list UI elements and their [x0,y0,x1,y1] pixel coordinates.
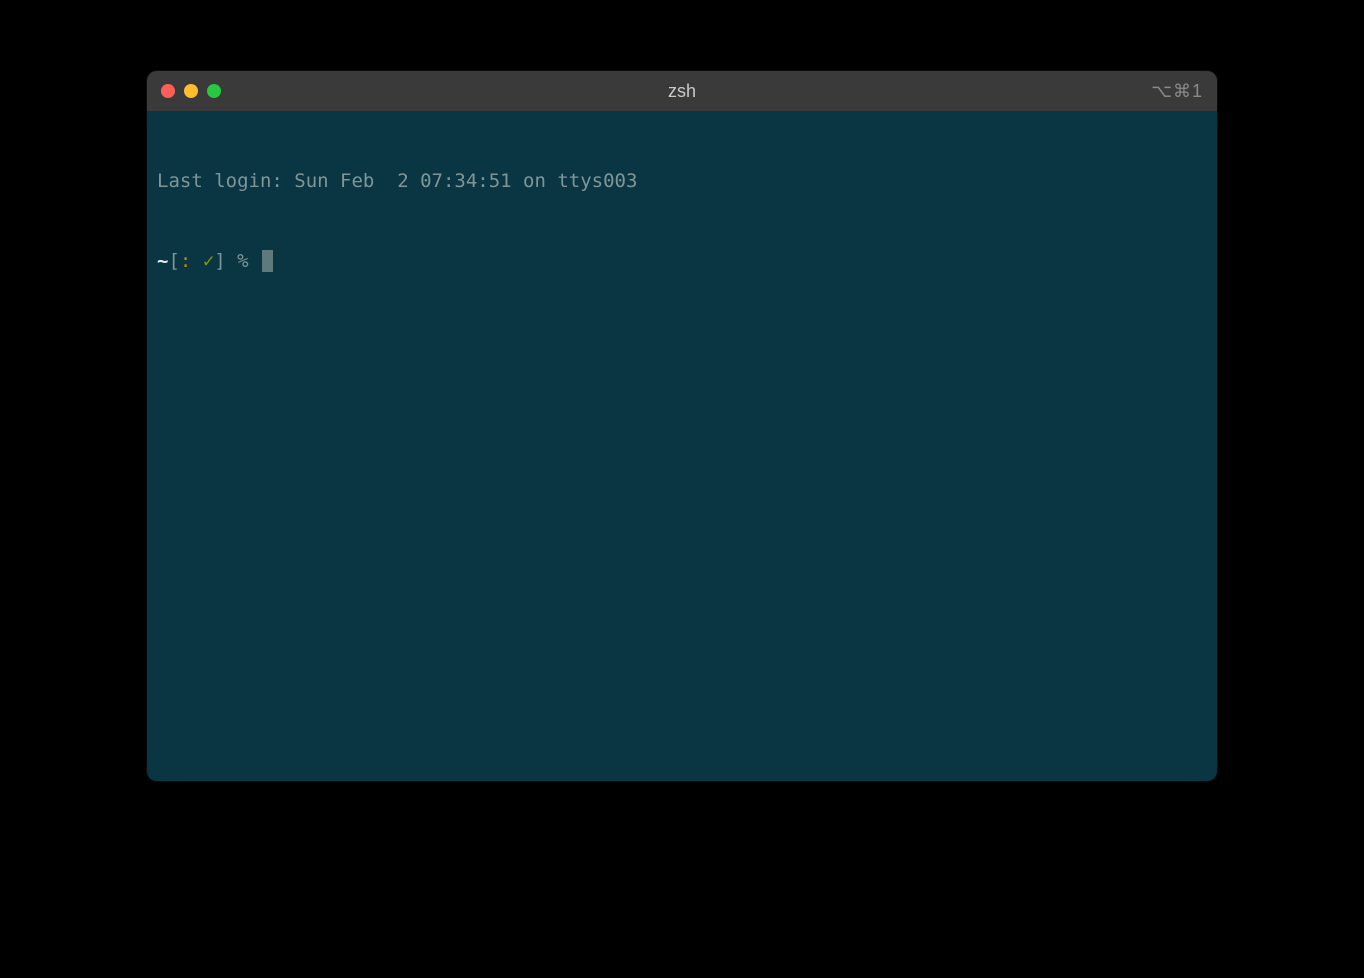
tab-shortcut-indicator: ⌥⌘1 [1151,81,1203,102]
prompt-line: ~[: ✓] % [157,248,1207,275]
prompt-cwd: ~ [157,248,168,275]
maximize-button[interactable] [207,84,221,98]
prompt-close-bracket: ] [214,248,225,275]
traffic-lights [161,84,221,98]
prompt-space [191,248,202,275]
minimize-button[interactable] [184,84,198,98]
close-button[interactable] [161,84,175,98]
terminal-content[interactable]: Last login: Sun Feb 2 07:34:51 on ttys00… [147,111,1217,781]
check-icon: ✓ [203,248,214,275]
terminal-window: zsh ⌥⌘1 Last login: Sun Feb 2 07:34:51 o… [147,71,1217,781]
prompt-open-bracket: [ [168,248,179,275]
prompt-colon: : [180,248,191,275]
prompt-space2 [226,248,237,275]
window-title: zsh [147,81,1217,102]
cursor [262,250,273,272]
prompt-symbol: % [237,248,248,275]
titlebar: zsh ⌥⌘1 [147,71,1217,111]
prompt-space3 [249,248,260,275]
last-login-line: Last login: Sun Feb 2 07:34:51 on ttys00… [157,168,1207,195]
